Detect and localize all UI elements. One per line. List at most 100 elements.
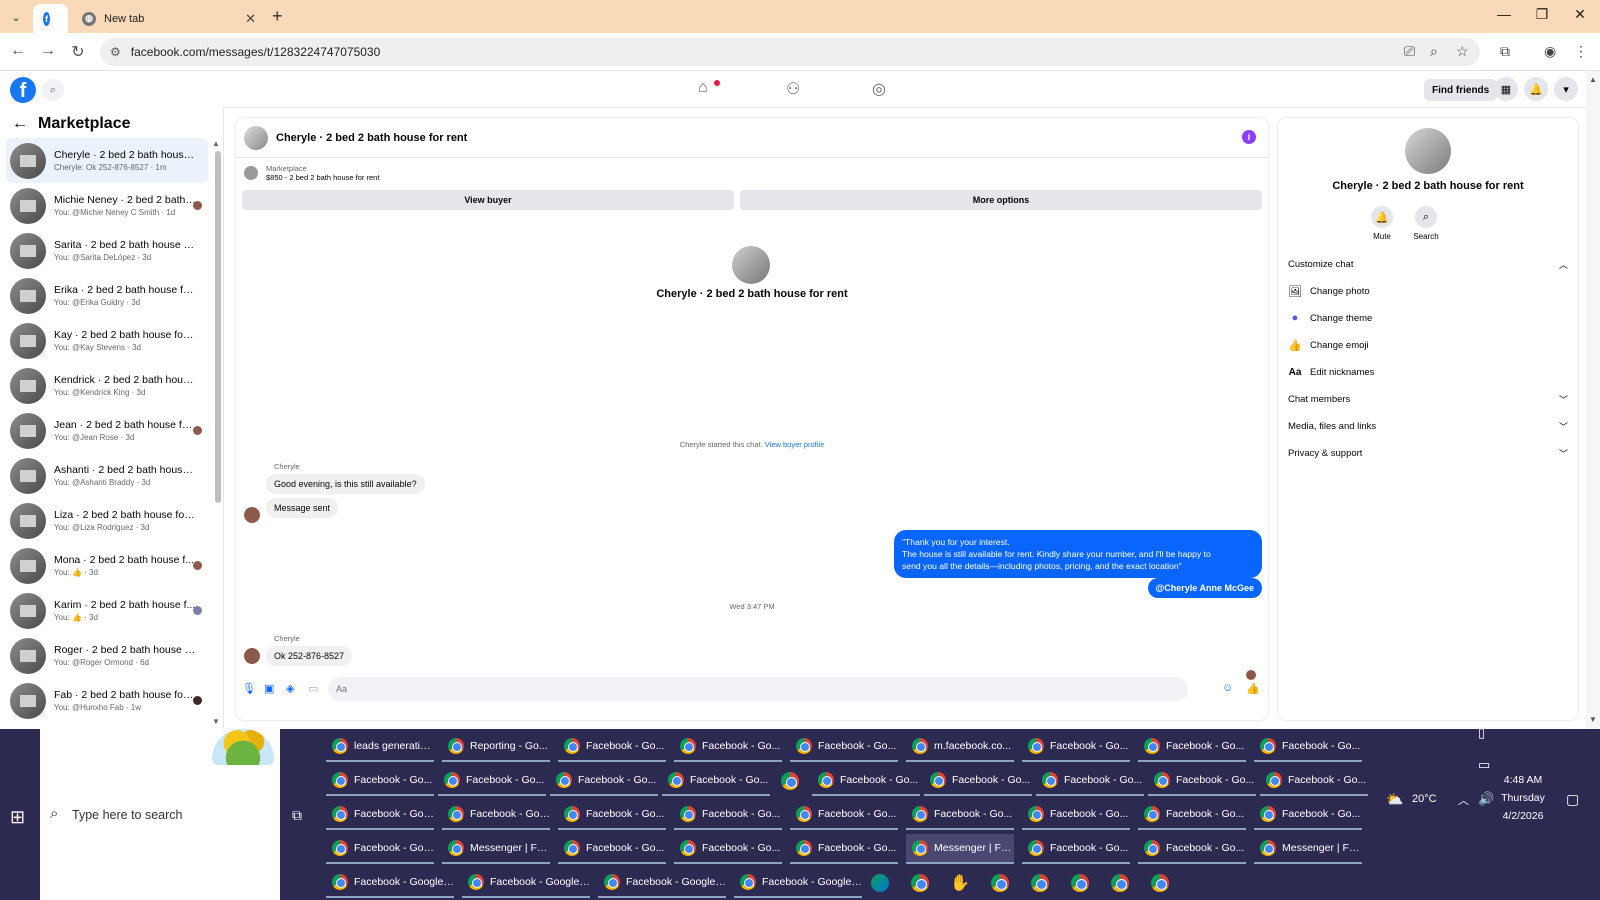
taskbar-window[interactable]: Facebook - Google ... — [734, 868, 862, 898]
search-in-chat-button[interactable]: ⌕ Search — [1406, 206, 1446, 241]
taskbar-window[interactable]: Reporting - Go... — [442, 732, 550, 762]
thumbs-up-icon[interactable]: 👍 — [1246, 682, 1260, 695]
mute-button[interactable]: 🔔 Mute — [1362, 206, 1402, 241]
edge-app[interactable] — [862, 868, 898, 898]
photo-icon[interactable]: ▣ — [264, 682, 274, 695]
avatar[interactable] — [1405, 128, 1451, 174]
conversation-item[interactable]: Ashanti · 2 bed 2 bath house fo... You: @… — [6, 453, 208, 498]
change-theme-item[interactable]: ● Change theme — [1288, 308, 1568, 328]
chevron-up-icon[interactable]: ︿ — [1458, 792, 1469, 808]
info-icon[interactable]: i — [1242, 130, 1256, 144]
scroll-down-arrow-icon[interactable]: ▼ — [212, 717, 220, 726]
taskbar-window[interactable]: Facebook - Go... — [438, 766, 546, 796]
outgoing-message[interactable]: "Thank you for your interest. The house … — [894, 530, 1262, 578]
taskbar-window[interactable]: Facebook - Go... — [1138, 732, 1246, 762]
taskbar-window[interactable]: Facebook - Go... — [674, 800, 782, 830]
taskbar-window[interactable]: Facebook - Go... — [1036, 766, 1144, 796]
taskbar-window[interactable]: Facebook - Go... — [790, 732, 898, 762]
task-view-icon[interactable]: ⧉ — [292, 807, 302, 824]
taskbar-window[interactable]: Facebook - Go... — [1260, 766, 1368, 796]
conversation-item[interactable]: Cheryle · 2 bed 2 bath house fo... Cheryl… — [6, 138, 208, 183]
customize-chat-section[interactable]: Customize chat ︿ — [1288, 254, 1568, 274]
forward-button[interactable]: → — [38, 42, 58, 60]
weather-temperature[interactable]: 20°C — [1412, 793, 1437, 805]
scroll-down-arrow-icon[interactable]: ▼ — [1589, 715, 1597, 724]
url-input[interactable]: ⚙ facebook.com/messages/t/12832247470750… — [100, 38, 1480, 66]
taskbar-window[interactable]: Facebook - Go... — [812, 766, 920, 796]
incoming-message[interactable]: Good evening, is this still available? — [266, 474, 425, 494]
edit-nicknames-item[interactable]: Aa Edit nicknames — [1288, 362, 1568, 382]
windows-start-icon[interactable]: ⊞ — [10, 807, 25, 828]
taskbar-window[interactable]: Facebook - Go... — [1148, 766, 1256, 796]
pinned-app[interactable]: ✋ — [942, 868, 978, 898]
taskbar-window[interactable]: Facebook - Google ... — [598, 868, 726, 898]
taskbar-window[interactable]: leads generatio... — [326, 732, 434, 762]
taskbar-window[interactable]: Facebook - Go... — [558, 732, 666, 762]
groups-icon[interactable]: ◎ — [872, 79, 886, 99]
tab-facebook[interactable]: f — [33, 4, 68, 33]
taskbar-window[interactable]: Facebook - Go... — [1022, 800, 1130, 830]
facebook-logo-icon[interactable]: f — [10, 77, 36, 103]
phone-link-icon[interactable]: ▯ — [1478, 725, 1485, 741]
change-emoji-item[interactable]: 👍 Change emoji — [1288, 335, 1568, 355]
taskbar-window[interactable]: Facebook - Go... — [906, 800, 1014, 830]
page-scrollbar[interactable]: ▲ ▼ — [1586, 71, 1600, 729]
taskbar-window[interactable]: Facebook - Go... — [674, 834, 782, 864]
microphone-icon[interactable]: 🎙 — [242, 682, 256, 695]
taskbar-window[interactable]: m.facebook.co... — [906, 732, 1014, 762]
avatar[interactable] — [244, 125, 268, 150]
taskbar-window[interactable]: Facebook - Go... — [1138, 800, 1246, 830]
view-buyer-profile-link[interactable]: View buyer profile — [765, 440, 824, 449]
incoming-message[interactable]: Message sent — [266, 498, 339, 518]
gif-icon[interactable]: ▭ — [308, 682, 318, 695]
find-friends-button[interactable]: Find friends — [1424, 79, 1498, 101]
conversation-item[interactable]: Michie Neney · 2 bed 2 bath ... You: @Mic… — [6, 183, 208, 228]
taskbar-window[interactable] — [1102, 868, 1138, 898]
conversation-item[interactable]: Kendrick · 2 bed 2 bath house f... You: @… — [6, 363, 208, 408]
taskbar-window[interactable]: Facebook - Go... — [790, 834, 898, 864]
sticker-icon[interactable]: ◈ — [286, 682, 294, 695]
extensions-icon[interactable]: ⧉ — [1500, 43, 1510, 60]
taskbar-window[interactable]: Facebook - Go... — [662, 766, 770, 796]
taskbar-window[interactable]: Facebook - Go... — [326, 766, 434, 796]
taskbar-window[interactable] — [982, 868, 1018, 898]
tab-new-tab[interactable]: ◍ New tab ✕ — [72, 4, 266, 33]
search-icon[interactable]: ⌕ — [42, 79, 64, 101]
taskbar-window[interactable]: Facebook - Go... — [550, 766, 658, 796]
taskbar-window[interactable]: Facebook - Goo... — [442, 800, 550, 830]
taskbar-window[interactable]: Facebook - Goo... — [326, 800, 434, 830]
browser-menu-icon[interactable]: ⋮ — [1574, 43, 1588, 60]
install-app-icon[interactable]: ⎚ — [1404, 43, 1415, 60]
sidebar-scrollbar[interactable] — [215, 151, 221, 503]
marketplace-listing-card[interactable]: Marketplace $850 - 2 bed 2 bath house fo… — [244, 164, 379, 182]
bookmark-star-icon[interactable]: ☆ — [1456, 43, 1469, 60]
taskbar-window[interactable]: Facebook - Google ... — [462, 868, 590, 898]
minimize-button[interactable]: — — [1494, 6, 1514, 22]
home-icon[interactable]: ⌂ — [698, 79, 708, 97]
more-options-button[interactable]: More options — [740, 190, 1262, 210]
friends-icon[interactable]: ⚇ — [786, 79, 800, 99]
privacy-support-section[interactable]: Privacy & support ﹀ — [1288, 443, 1568, 463]
close-window-button[interactable]: ✕ — [1570, 6, 1590, 23]
back-button[interactable]: ← — [8, 42, 28, 60]
new-tab-button[interactable]: + — [272, 6, 283, 27]
taskbar-window[interactable]: Facebook - Go... — [1022, 834, 1130, 864]
taskbar-window[interactable] — [1022, 868, 1058, 898]
notifications-icon[interactable]: 🔔 — [1524, 77, 1548, 101]
menu-grid-icon[interactable]: ▦ — [1494, 77, 1518, 101]
system-clock[interactable]: 4:48 AM Thursday 4/2/2026 — [1488, 771, 1558, 825]
taskbar-window[interactable]: Messenger | Fa... — [1254, 834, 1362, 864]
change-photo-item[interactable]: 🖼 Change photo — [1288, 281, 1568, 301]
conversation-item[interactable]: Sarita · 2 bed 2 bath house for r... You:… — [6, 228, 208, 273]
taskbar-window[interactable] — [902, 868, 938, 898]
taskbar-window[interactable]: Facebook - Go... — [1254, 732, 1362, 762]
message-input[interactable] — [328, 677, 1188, 701]
taskbar-window[interactable]: Facebook - Go... — [674, 732, 782, 762]
conversation-item[interactable]: Karim · 2 bed 2 bath house f... You: 👍 · … — [6, 588, 208, 633]
incoming-message[interactable]: Ok 252-876-8527 — [266, 646, 353, 666]
taskbar-window[interactable] — [772, 766, 808, 796]
scroll-up-arrow-icon[interactable]: ▲ — [1589, 75, 1597, 84]
taskbar-window[interactable]: Facebook - Google ... — [326, 868, 454, 898]
conversation-item[interactable]: Jean · 2 bed 2 bath house for... You: @Je… — [6, 408, 208, 453]
taskbar-window[interactable]: Facebook - Go... — [558, 800, 666, 830]
